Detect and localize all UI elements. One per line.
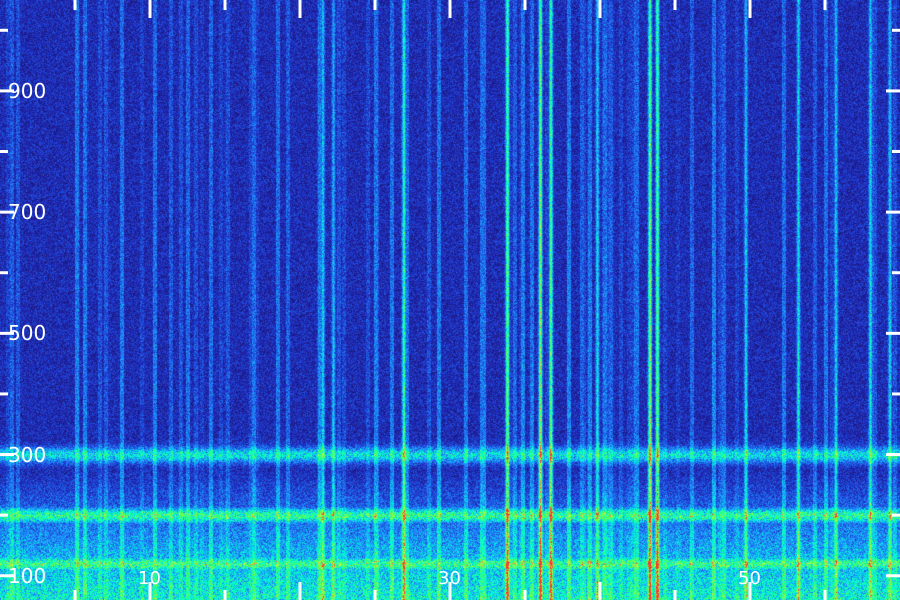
y-tick-label: 900 [8, 78, 47, 103]
x-tick-label: 50 [738, 568, 761, 589]
y-tick-label: 700 [8, 200, 47, 225]
y-tick-label: 500 [8, 321, 47, 346]
x-tick-label: 30 [438, 568, 461, 589]
x-tick-label: 10 [138, 568, 161, 589]
y-tick-label: 100 [8, 563, 47, 588]
y-tick-label: 300 [8, 442, 47, 467]
axes-overlay [0, 0, 900, 600]
